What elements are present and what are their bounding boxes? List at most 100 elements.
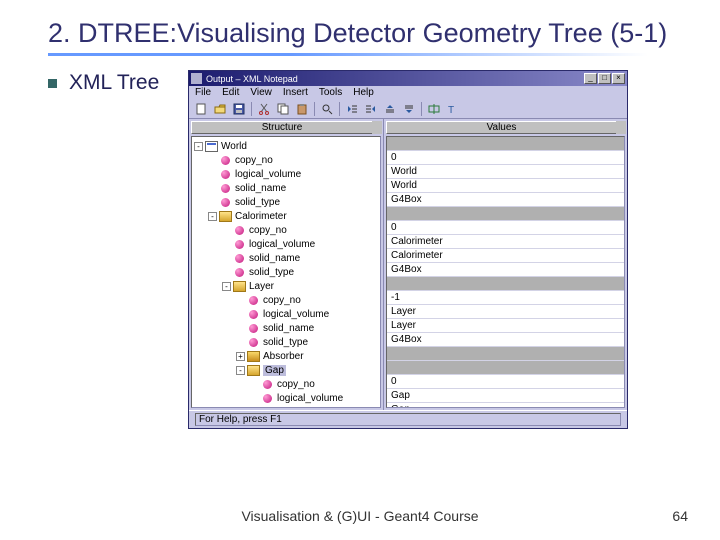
paste-icon[interactable] <box>294 101 310 116</box>
tree-node-label: copy_no <box>235 155 273 166</box>
move-up-icon[interactable] <box>382 101 398 116</box>
new-icon[interactable] <box>193 101 209 116</box>
value-row[interactable] <box>387 361 624 375</box>
tree-spacer <box>222 240 231 249</box>
structure-tree[interactable]: -Worldcopy_nological_volumesolid_namesol… <box>191 136 381 408</box>
tree-node[interactable]: copy_no <box>192 293 380 307</box>
toolbar-separator <box>314 102 315 116</box>
value-row[interactable]: G4Box <box>387 193 624 207</box>
insert-text-icon[interactable]: T <box>445 101 461 116</box>
tree-node[interactable]: solid_type <box>192 265 380 279</box>
menu-insert[interactable]: Insert <box>283 87 308 98</box>
value-row[interactable]: 0 <box>387 221 624 235</box>
attribute-icon <box>263 408 272 409</box>
tree-node[interactable]: -Calorimeter <box>192 209 380 223</box>
value-row[interactable]: 0 <box>387 375 624 389</box>
tree-node[interactable]: copy_no <box>192 377 380 391</box>
tree-spacer <box>250 408 259 409</box>
window-titlebar[interactable]: Output – XML Notepad _ □ × <box>189 71 627 86</box>
tree-node-label: solid_type <box>249 267 294 278</box>
value-row[interactable]: Gap <box>387 389 624 403</box>
value-row[interactable]: Layer <box>387 319 624 333</box>
structure-header[interactable]: Structure <box>191 121 373 134</box>
tree-node[interactable]: -World <box>192 139 380 153</box>
folder-icon <box>233 281 246 292</box>
attribute-icon <box>249 296 258 305</box>
tree-spacer <box>250 380 259 389</box>
search-icon[interactable] <box>319 101 335 116</box>
attribute-icon <box>235 254 244 263</box>
tree-node[interactable]: logical_volume <box>192 237 380 251</box>
value-row[interactable]: Calorimeter <box>387 235 624 249</box>
collapse-icon[interactable]: - <box>194 142 203 151</box>
tree-node[interactable]: logical_volume <box>192 391 380 405</box>
menu-edit[interactable]: Edit <box>222 87 239 98</box>
tree-node[interactable]: logical_volume <box>192 167 380 181</box>
tree-node[interactable]: - Gap <box>192 363 380 377</box>
value-row[interactable]: World <box>387 165 624 179</box>
minimize-button[interactable]: _ <box>584 73 597 84</box>
tree-spacer <box>222 268 231 277</box>
value-row[interactable] <box>387 207 624 221</box>
maximize-button[interactable]: □ <box>598 73 611 84</box>
tree-node-label: logical_volume <box>263 309 329 320</box>
folder-icon <box>247 351 260 362</box>
attribute-icon <box>221 170 230 179</box>
move-down-icon[interactable] <box>401 101 417 116</box>
insert-element-icon[interactable] <box>426 101 442 116</box>
collapse-icon[interactable]: - <box>222 282 231 291</box>
bullet-item: XML Tree <box>48 70 188 429</box>
attribute-icon <box>249 324 258 333</box>
value-row[interactable]: G4Box <box>387 333 624 347</box>
tree-node[interactable]: solid_type <box>192 195 380 209</box>
save-icon[interactable] <box>231 101 247 116</box>
tree-node[interactable]: copy_no <box>192 223 380 237</box>
tree-node[interactable]: solid_name <box>192 251 380 265</box>
value-row[interactable]: 0 <box>387 151 624 165</box>
menu-tools[interactable]: Tools <box>319 87 342 98</box>
tree-node-label: copy_no <box>277 379 315 390</box>
close-button[interactable]: × <box>612 73 625 84</box>
copy-icon[interactable] <box>275 101 291 116</box>
tree-node[interactable]: + Absorber <box>192 349 380 363</box>
menu-help[interactable]: Help <box>353 87 374 98</box>
collapse-icon[interactable]: - <box>208 212 217 221</box>
menu-view[interactable]: View <box>250 87 272 98</box>
values-header[interactable]: Values <box>386 121 617 134</box>
toolbar-separator <box>251 102 252 116</box>
cut-icon[interactable] <box>256 101 272 116</box>
value-row[interactable]: Layer <box>387 305 624 319</box>
tree-node-label: Gap <box>263 365 286 376</box>
expand-icon[interactable]: + <box>236 352 245 361</box>
tree-node-label: Absorber <box>263 351 304 362</box>
value-row[interactable] <box>387 347 624 361</box>
folder-icon <box>247 365 260 376</box>
value-row[interactable]: World <box>387 179 624 193</box>
attribute-icon <box>235 226 244 235</box>
tree-spacer <box>208 184 217 193</box>
indent-right-icon[interactable] <box>363 101 379 116</box>
indent-left-icon[interactable] <box>344 101 360 116</box>
tree-node-label: solid_name <box>235 183 286 194</box>
value-row[interactable] <box>387 137 624 151</box>
tree-node[interactable]: solid_type <box>192 335 380 349</box>
value-row[interactable]: G4Box <box>387 263 624 277</box>
attribute-icon <box>221 198 230 207</box>
values-list[interactable]: 0WorldWorldG4Box0CalorimeterCalorimeterG… <box>386 136 625 408</box>
attribute-icon <box>249 310 258 319</box>
tree-node[interactable]: solid_name <box>192 321 380 335</box>
tree-node[interactable]: solid_name <box>192 181 380 195</box>
value-row[interactable] <box>387 277 624 291</box>
open-icon[interactable] <box>212 101 228 116</box>
tree-node[interactable]: logical_volume <box>192 307 380 321</box>
tree-node[interactable]: -Layer <box>192 279 380 293</box>
tree-node[interactable]: copy_no <box>192 153 380 167</box>
value-row[interactable]: -1 <box>387 291 624 305</box>
xml-notepad-window: Output – XML Notepad _ □ × File Edit Vie… <box>188 70 628 429</box>
value-row[interactable]: Gap <box>387 403 624 408</box>
slide-title: 2. DTREE:Visualising Detector Geometry T… <box>0 0 720 53</box>
tree-node[interactable]: solid_name <box>192 405 380 408</box>
collapse-icon[interactable]: - <box>236 366 245 375</box>
value-row[interactable]: Calorimeter <box>387 249 624 263</box>
menu-file[interactable]: File <box>195 87 211 98</box>
